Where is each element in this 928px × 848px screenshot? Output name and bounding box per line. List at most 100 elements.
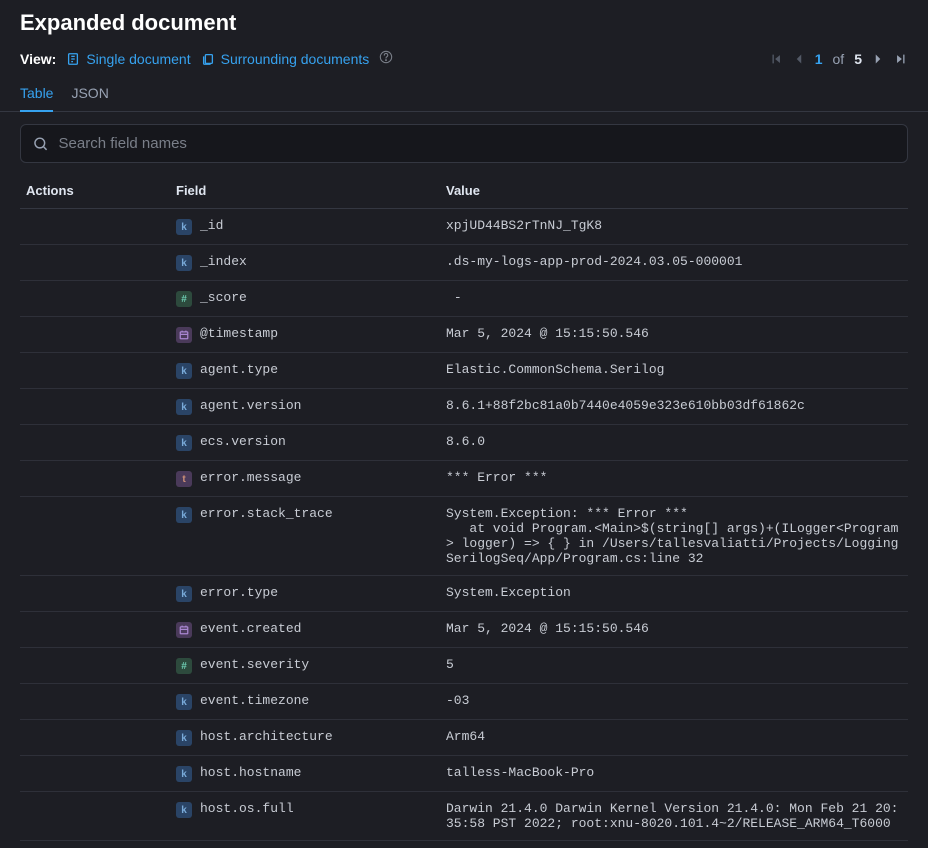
- number-field-icon: #: [176, 291, 192, 307]
- actions-cell: [20, 389, 170, 425]
- number-field-icon: #: [176, 658, 192, 674]
- surrounding-documents-label: Surrounding documents: [221, 51, 370, 67]
- field-name: @timestamp: [200, 326, 278, 341]
- field-value: Mar 5, 2024 @ 15:15:50.546: [440, 317, 908, 353]
- fields-table: Actions Field Value k _id xpjUD44BS2rTnNJ_…: [20, 175, 908, 841]
- table-row: @timestamp Mar 5, 2024 @ 15:15:50.546: [20, 317, 908, 353]
- date-field-icon: [176, 327, 192, 343]
- table-row: k host.architecture Arm64: [20, 720, 908, 756]
- next-page-button[interactable]: [872, 53, 884, 65]
- field-name: error.type: [200, 585, 278, 600]
- table-row: # _score -: [20, 281, 908, 317]
- keyword-field-icon: k: [176, 219, 192, 235]
- field-value: xpjUD44BS2rTnNJ_TgK8: [440, 209, 908, 245]
- keyword-field-icon: k: [176, 507, 192, 523]
- view-label: View:: [20, 51, 56, 67]
- field-value: System.Exception: [440, 576, 908, 612]
- current-page: 1: [815, 51, 823, 67]
- tabs: Table JSON: [0, 77, 928, 112]
- field-name: event.created: [200, 621, 301, 636]
- table-row: kagent.version8.6.1+88f2bc81a0b7440e4059…: [20, 389, 908, 425]
- column-field: Field: [170, 175, 440, 209]
- field-value: Mar 5, 2024 @ 15:15:50.546: [440, 612, 908, 648]
- help-icon[interactable]: [379, 50, 393, 67]
- actions-cell: [20, 612, 170, 648]
- keyword-field-icon: k: [176, 802, 192, 818]
- field-name: ecs.version: [200, 434, 286, 449]
- field-value: -03: [440, 684, 908, 720]
- field-name: host.hostname: [200, 765, 301, 780]
- field-name: error.message: [200, 470, 301, 485]
- field-name: agent.version: [200, 398, 301, 413]
- surrounding-documents-link[interactable]: Surrounding documents: [201, 51, 370, 67]
- keyword-field-icon: k: [176, 255, 192, 271]
- search-icon: [33, 136, 49, 152]
- table-row: t error.message *** Error ***: [20, 461, 908, 497]
- actions-cell: [20, 497, 170, 576]
- field-value: System.Exception: *** Error *** at void …: [440, 497, 908, 576]
- field-value: Arm64: [440, 720, 908, 756]
- table-row: k _id xpjUD44BS2rTnNJ_TgK8: [20, 209, 908, 245]
- keyword-field-icon: k: [176, 730, 192, 746]
- field-name: event.severity: [200, 657, 309, 672]
- field-name: host.architecture: [200, 729, 333, 744]
- table-row: # event.severity 5: [20, 648, 908, 684]
- actions-cell: [20, 281, 170, 317]
- actions-cell: [20, 209, 170, 245]
- actions-cell: [20, 317, 170, 353]
- keyword-field-icon: k: [176, 694, 192, 710]
- field-name: _id: [200, 218, 223, 233]
- field-name: event.timezone: [200, 693, 309, 708]
- total-pages: 5: [854, 51, 862, 67]
- search-input[interactable]: [59, 135, 895, 152]
- table-row: kecs.version8.6.0: [20, 425, 908, 461]
- tab-table[interactable]: Table: [20, 77, 53, 111]
- single-document-link[interactable]: Single document: [66, 51, 190, 67]
- view-selector: View: Single document Surrounding docume…: [20, 50, 393, 67]
- column-value: Value: [440, 175, 908, 209]
- pager: 1 of 5: [769, 51, 908, 67]
- tab-json[interactable]: JSON: [71, 77, 108, 111]
- field-value: 5: [440, 648, 908, 684]
- actions-cell: [20, 461, 170, 497]
- table-row: k error.stack_trace System.Exception: *** …: [20, 497, 908, 576]
- field-value: .ds-my-logs-app-prod-2024.03.05-000001: [440, 245, 908, 281]
- table-row: k_index.ds-my-logs-app-prod-2024.03.05-0…: [20, 245, 908, 281]
- keyword-field-icon: k: [176, 586, 192, 602]
- search-field[interactable]: [20, 124, 908, 163]
- field-value: talless-MacBook-Pro: [440, 756, 908, 792]
- field-value: 8.6.0: [440, 425, 908, 461]
- table-row: k event.timezone -03: [20, 684, 908, 720]
- field-value: *** Error ***: [440, 461, 908, 497]
- page-title: Expanded document: [20, 10, 908, 36]
- prev-page-button[interactable]: [793, 53, 805, 65]
- field-name: host.os.full: [200, 801, 294, 816]
- actions-cell: [20, 576, 170, 612]
- field-value: Darwin 21.4.0 Darwin Kernel Version 21.4…: [440, 792, 908, 841]
- keyword-field-icon: k: [176, 766, 192, 782]
- actions-cell: [20, 684, 170, 720]
- field-value: -: [440, 281, 908, 317]
- table-row: k host.os.full Darwin 21.4.0 Darwin Kernel…: [20, 792, 908, 841]
- table-row: k error.type System.Exception: [20, 576, 908, 612]
- field-name: error.stack_trace: [200, 506, 333, 521]
- date-field-icon: [176, 622, 192, 638]
- actions-cell: [20, 425, 170, 461]
- field-value: Elastic.CommonSchema.Serilog: [440, 353, 908, 389]
- field-value: 8.6.1+88f2bc81a0b7440e4059e323e610bb03df…: [440, 389, 908, 425]
- last-page-button[interactable]: [894, 52, 908, 66]
- column-actions: Actions: [20, 175, 170, 209]
- actions-cell: [20, 756, 170, 792]
- table-row: kagent.typeElastic.CommonSchema.Serilog: [20, 353, 908, 389]
- field-name: _score: [200, 290, 247, 305]
- actions-cell: [20, 720, 170, 756]
- pager-of: of: [833, 51, 845, 67]
- first-page-button[interactable]: [769, 52, 783, 66]
- keyword-field-icon: k: [176, 363, 192, 379]
- actions-cell: [20, 648, 170, 684]
- documents-icon: [201, 52, 215, 66]
- single-document-label: Single document: [86, 51, 190, 67]
- actions-cell: [20, 792, 170, 841]
- text-field-icon: t: [176, 471, 192, 487]
- actions-cell: [20, 353, 170, 389]
